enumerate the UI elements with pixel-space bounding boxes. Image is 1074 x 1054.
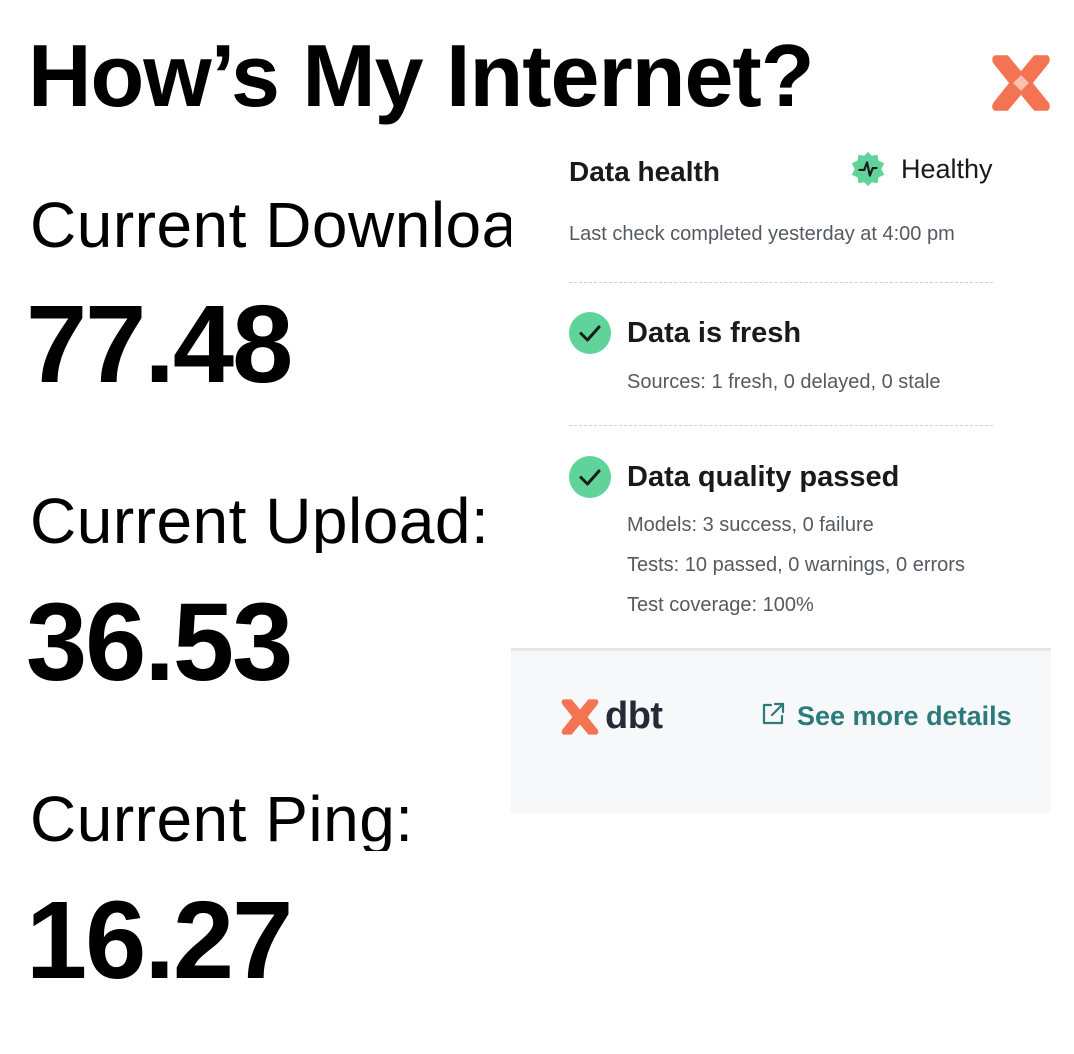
last-check-text: Last check completed yesterday at 4:00 p… bbox=[569, 223, 955, 245]
quality-title: Data quality passed bbox=[627, 460, 900, 493]
upload-label: Current Upload: bbox=[30, 489, 490, 553]
health-status: Healthy bbox=[849, 150, 993, 188]
divider bbox=[569, 282, 993, 283]
freshness-title: Data is fresh bbox=[627, 316, 802, 349]
upload-value: 36.53 bbox=[26, 581, 293, 704]
external-link-icon bbox=[762, 702, 785, 724]
quality-models: Models: 3 success, 0 failure bbox=[627, 514, 874, 536]
healthy-pulse-icon bbox=[851, 151, 885, 187]
divider bbox=[569, 425, 993, 426]
download-value: 77.48 bbox=[26, 283, 293, 406]
quality-row: Data quality passed bbox=[569, 456, 899, 498]
ping-label: Current Ping: bbox=[30, 787, 414, 851]
dbt-logo-icon bbox=[992, 55, 1050, 111]
dbt-brand: dbt bbox=[559, 695, 663, 738]
download-label: Current Download: bbox=[30, 193, 512, 257]
data-health-panel: Data health Healthy Last check completed… bbox=[511, 128, 1051, 813]
ping-value: 16.27 bbox=[26, 879, 293, 1002]
see-more-details-link[interactable]: See more details bbox=[759, 701, 1012, 732]
freshness-sources: Sources: 1 fresh, 0 delayed, 0 stale bbox=[627, 371, 941, 393]
see-more-details-label: See more details bbox=[797, 701, 1012, 731]
check-circle-icon bbox=[569, 312, 611, 354]
quality-coverage: Test coverage: 100% bbox=[627, 594, 814, 616]
data-health-heading: Data health bbox=[569, 156, 720, 187]
quality-tests: Tests: 10 passed, 0 warnings, 0 errors bbox=[627, 554, 965, 576]
dbt-logo-icon bbox=[561, 698, 599, 735]
dbt-wordmark: dbt bbox=[605, 695, 663, 737]
health-footer: dbt See more details bbox=[511, 648, 1051, 813]
health-status-label: Healthy bbox=[901, 153, 993, 184]
check-circle-icon bbox=[569, 456, 611, 498]
page-title: How’s My Internet? bbox=[28, 26, 814, 125]
freshness-row: Data is fresh bbox=[569, 312, 801, 354]
